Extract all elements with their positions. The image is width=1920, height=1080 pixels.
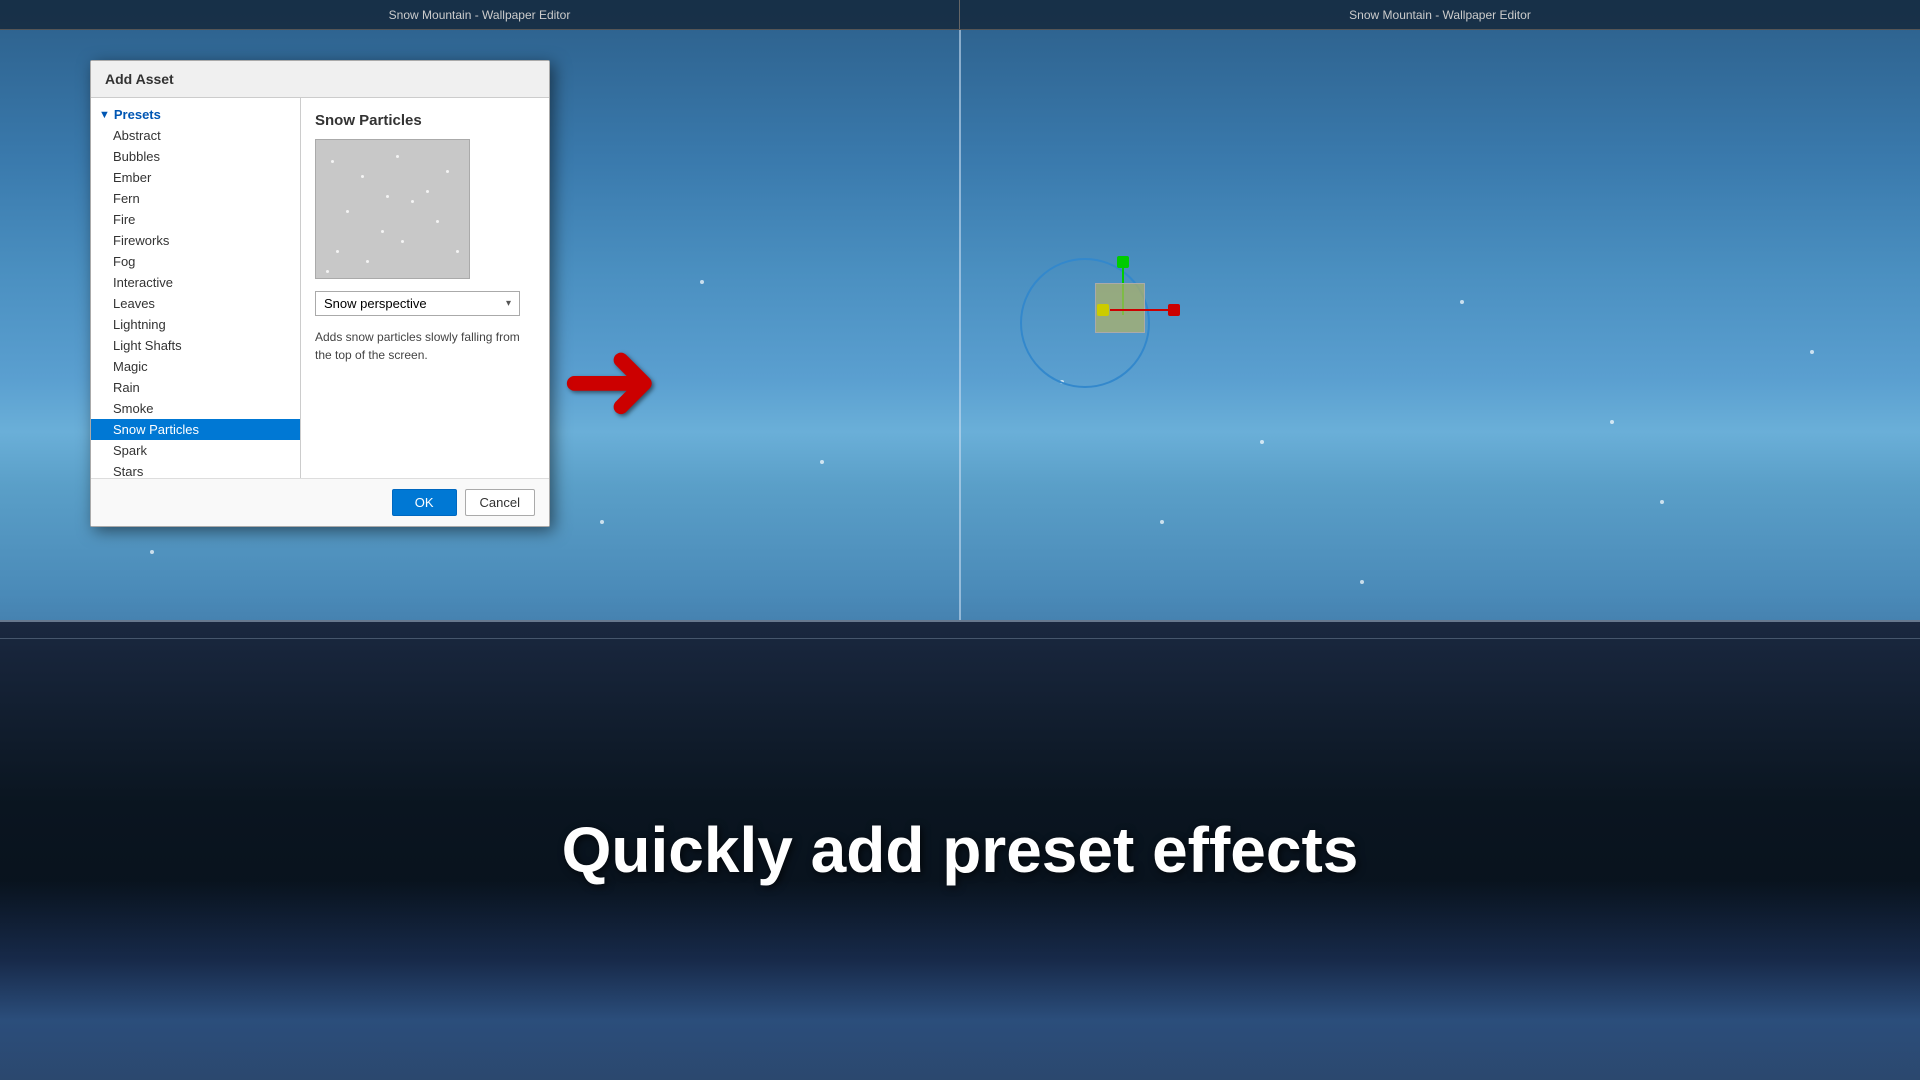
snow-dot — [456, 250, 459, 253]
gizmo-y-handle[interactable] — [1117, 256, 1129, 268]
title-left: Snow Mountain - Wallpaper Editor — [0, 0, 960, 29]
bottom-tagline: Quickly add preset effects — [562, 813, 1359, 887]
dialog-title: Add Asset — [91, 61, 549, 98]
tree-item-snowparticles[interactable]: Snow Particles — [91, 419, 300, 440]
dropdown-value: Snow perspective — [324, 296, 427, 311]
snow-dot — [346, 210, 349, 213]
preview-title: Snow Particles — [315, 112, 535, 129]
gizmo-x-axis — [1110, 309, 1168, 311]
red-arrow-icon: ➜ — [560, 320, 661, 440]
dialog-buttons: OK Cancel — [91, 478, 549, 526]
presets-arrow-icon: ▼ — [99, 109, 110, 121]
tree-item-bubbles[interactable]: Bubbles — [91, 146, 300, 167]
sparkle — [700, 280, 704, 284]
tree-item-magic[interactable]: Magic — [91, 356, 300, 377]
top-bar: Snow Mountain - Wallpaper Editor Snow Mo… — [0, 0, 1920, 30]
tree-panel: ▼ Presets Abstract Bubbles Ember Fern Fi… — [91, 98, 301, 478]
tree-item-abstract[interactable]: Abstract — [91, 125, 300, 146]
snow-dot — [361, 175, 364, 178]
presets-section[interactable]: ▼ Presets — [91, 104, 300, 125]
tree-item-leaves[interactable]: Leaves — [91, 293, 300, 314]
sparkle — [600, 520, 604, 524]
snow-dot — [436, 220, 439, 223]
tree-item-lightning[interactable]: Lightning — [91, 314, 300, 335]
gizmo-origin[interactable] — [1097, 304, 1109, 316]
snow-dot — [336, 250, 339, 253]
sparkle — [1160, 520, 1164, 524]
tree-item-interactive[interactable]: Interactive — [91, 272, 300, 293]
transform-gizmo — [1010, 248, 1210, 428]
sparkle — [1660, 500, 1664, 504]
snow-dot — [426, 190, 429, 193]
tree-item-fern[interactable]: Fern — [91, 188, 300, 209]
sparkle — [1810, 350, 1814, 354]
snow-dot — [386, 195, 389, 198]
snow-dot — [366, 260, 369, 263]
add-asset-dialog: Add Asset ▼ Presets Abstract Bubbles Emb… — [90, 60, 550, 527]
chevron-down-icon: ▾ — [506, 298, 511, 309]
cancel-button[interactable]: Cancel — [465, 489, 535, 516]
tree-item-stars[interactable]: Stars — [91, 461, 300, 478]
tree-item-fireworks[interactable]: Fireworks — [91, 230, 300, 251]
sparkle — [820, 460, 824, 464]
snow-dot — [381, 230, 384, 233]
snow-dot — [401, 240, 404, 243]
h-divider — [0, 620, 1920, 622]
snow-dot — [326, 270, 329, 273]
tree-item-spark[interactable]: Spark — [91, 440, 300, 461]
preview-panel: Snow Particles Snow perspective ▾ Adds s… — [301, 98, 549, 478]
snow-dot — [446, 170, 449, 173]
gizmo-x-handle[interactable] — [1168, 304, 1180, 316]
sparkle — [150, 550, 154, 554]
bottom-panel: Quickly add preset effects — [0, 620, 1920, 1080]
preview-description: Adds snow particles slowly falling from … — [315, 328, 535, 364]
preview-image — [315, 139, 470, 279]
sparkle — [1260, 440, 1264, 444]
sparkle — [1610, 420, 1614, 424]
tree-item-fog[interactable]: Fog — [91, 251, 300, 272]
dialog-body: ▼ Presets Abstract Bubbles Ember Fern Fi… — [91, 98, 549, 478]
ok-button[interactable]: OK — [392, 489, 457, 516]
tree-item-ember[interactable]: Ember — [91, 167, 300, 188]
snow-dot — [331, 160, 334, 163]
title-right: Snow Mountain - Wallpaper Editor — [960, 0, 1920, 29]
snow-dot — [411, 200, 414, 203]
tree-item-lightshafts[interactable]: Light Shafts — [91, 335, 300, 356]
snow-dot — [396, 155, 399, 158]
split-divider — [959, 30, 961, 620]
tree-item-rain[interactable]: Rain — [91, 377, 300, 398]
sparkle — [1460, 300, 1464, 304]
sparkle — [1360, 580, 1364, 584]
tree-item-fire[interactable]: Fire — [91, 209, 300, 230]
tree-item-smoke[interactable]: Smoke — [91, 398, 300, 419]
variant-dropdown[interactable]: Snow perspective ▾ — [315, 291, 520, 316]
h-divider2 — [0, 638, 1920, 639]
